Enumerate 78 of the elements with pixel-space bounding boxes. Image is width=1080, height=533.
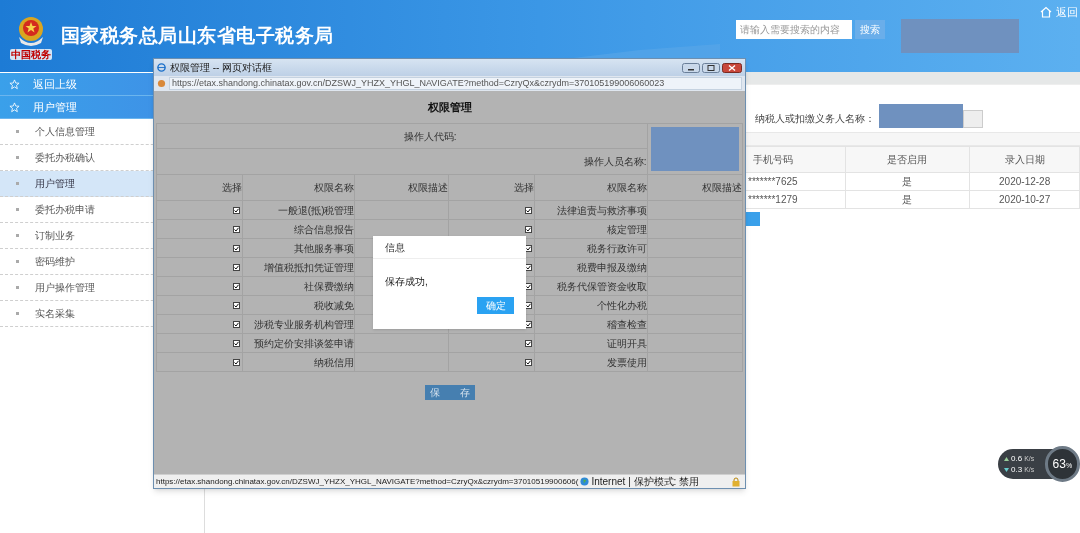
permission-name: 核定管理 [535,219,647,239]
site-title: 国家税务总局山东省电子税务局 [61,23,334,48]
column-header: 录入日期 [969,146,1080,173]
message-title: 信息 [373,236,526,259]
star-icon [9,78,20,90]
status-url: https://etax.shandong.chinatax.gov.cn/DZSWJ_YHZX_YHGL_NAVIGATE?method=CzryQx&czrydm=37010519900606( [156,475,579,488]
permission-name: 税费申报及缴纳 [535,257,647,277]
permission-name: 一般退(抵)税管理 [243,200,355,220]
table-cell: 2020-12-28 [969,172,1080,191]
permission-name: 税收减免 [243,295,355,315]
permission-name: 社保费缴纳 [243,276,355,296]
checkbox[interactable] [233,359,241,367]
checkbox[interactable] [525,207,533,215]
permission-name: 纳税信用 [243,352,355,372]
checkbox[interactable] [525,226,533,234]
table-cell: 是 [845,172,970,191]
checkbox[interactable] [233,226,241,234]
column-header: 权限描述 [355,174,449,201]
field-label: 操作人员名称: [157,148,647,175]
column-header: 选择 [157,174,243,201]
bullet-icon [16,260,19,263]
permission-name: 证明开具 [535,333,647,353]
table-cell: 是 [845,190,970,209]
checkbox[interactable] [233,245,241,253]
up-arrow-icon [1004,456,1009,461]
message-text: 保存成功, [384,275,429,289]
permission-name: 个性化办税 [535,295,647,315]
checkbox[interactable] [525,359,533,367]
permission-name: 其他服务事项 [243,238,355,258]
permission-name: 税务代保管资金收取 [535,276,647,296]
permission-name: 稽查检查 [535,314,647,334]
emblem-caption: 中国税务 [10,48,52,60]
bullet-icon [16,234,19,237]
permission-name: 综合信息报告 [243,219,355,239]
bullet-icon [16,130,19,133]
speed-value: 0.6 [1011,453,1023,464]
checkbox[interactable] [233,302,241,310]
address-field[interactable]: https://etax.shandong.chinatax.gov.cn/DZSWJ_YHZX_YHGL_NAVIGATE?method=CzryQx&czrydm=370105199006060023 [169,77,742,90]
minimize-icon[interactable] [682,62,700,73]
speed-value: 0.3 [1011,464,1023,475]
column-header: 权限描述 [647,174,742,201]
lock-icon [732,476,740,487]
permission-name: 法律追责与救济事项 [535,200,647,220]
bullet-icon [16,286,19,289]
dialog-heading: 权限管理 [427,99,472,115]
dialog-title: 权限管理 -- 网页对话框 [170,61,273,75]
field-label: 操作人代码: [157,123,647,149]
table-cell: 2020-10-27 [969,190,1080,209]
taxpayer-label: 纳税人或扣缴义务人名称： [755,112,875,126]
permission-name: 税务行政许可 [535,238,647,258]
search-field[interactable]: 请输入需要搜索的内容 [736,20,852,39]
maximize-icon[interactable] [702,62,720,73]
permission-name: 涉税专业服务机构管理 [243,314,355,334]
checkbox[interactable] [233,207,241,215]
checkbox[interactable] [233,321,241,329]
bullet-icon [16,182,19,185]
checkbox[interactable] [525,340,533,348]
column-header: 选择 [449,174,535,201]
usage-percent: 63 [1052,456,1066,473]
column-header: 是否启用 [845,146,970,173]
checkbox[interactable] [233,340,241,348]
star-icon [9,101,20,113]
column-header: 权限名称 [535,174,647,201]
checkbox[interactable] [233,283,241,291]
permission-name: 预约定价安排谈签申请 [243,333,355,353]
taxpayer-field[interactable] [963,109,983,128]
column-header: 权限名称 [243,174,355,201]
status-zone: Internet | 保护模式: 禁用 [591,475,700,489]
globe-icon [580,477,590,486]
bullet-icon [16,156,19,159]
checkbox[interactable] [233,264,241,272]
permission-name: 发票使用 [535,352,647,372]
down-arrow-icon [1004,467,1009,472]
permission-name: 增值税抵扣凭证管理 [243,257,355,277]
home-icon [1040,6,1052,19]
bullet-icon [16,208,19,211]
bullet-icon [16,312,19,315]
close-icon[interactable] [722,62,742,73]
